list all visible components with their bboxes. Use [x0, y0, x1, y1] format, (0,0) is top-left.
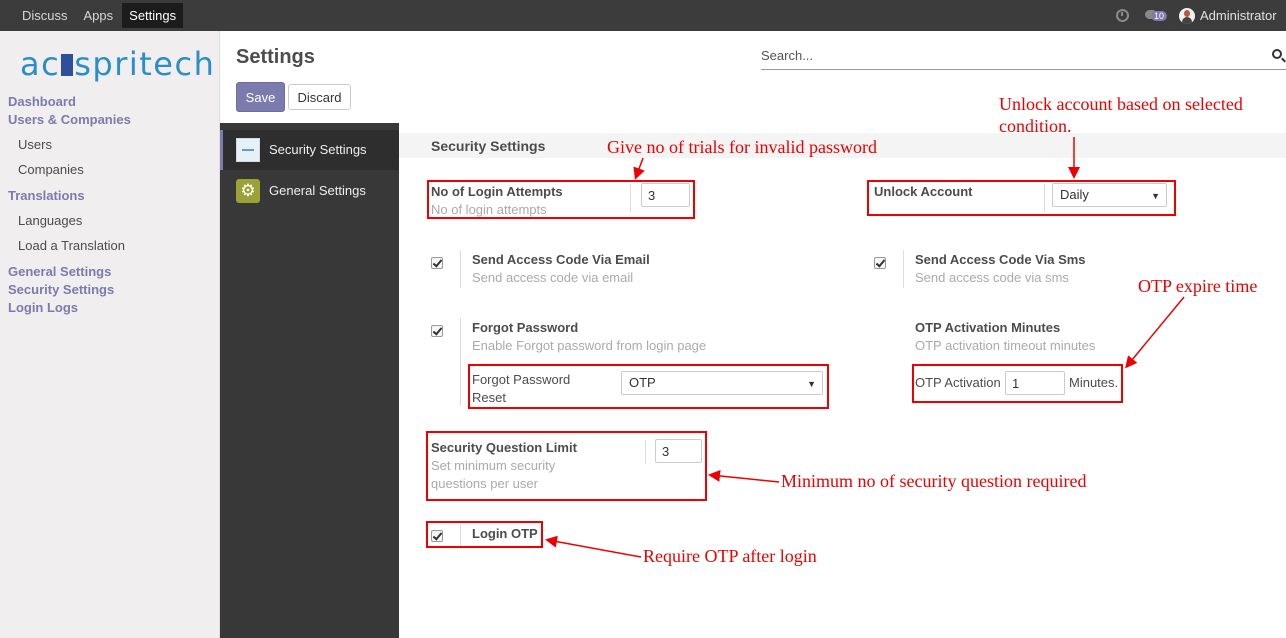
annotation-arrows — [545, 137, 1185, 558]
arrow-otp-expire — [1125, 296, 1185, 369]
arrow-trials — [633, 157, 645, 180]
arrow-require-otp — [545, 535, 642, 558]
arrow-min-questions — [708, 469, 780, 483]
